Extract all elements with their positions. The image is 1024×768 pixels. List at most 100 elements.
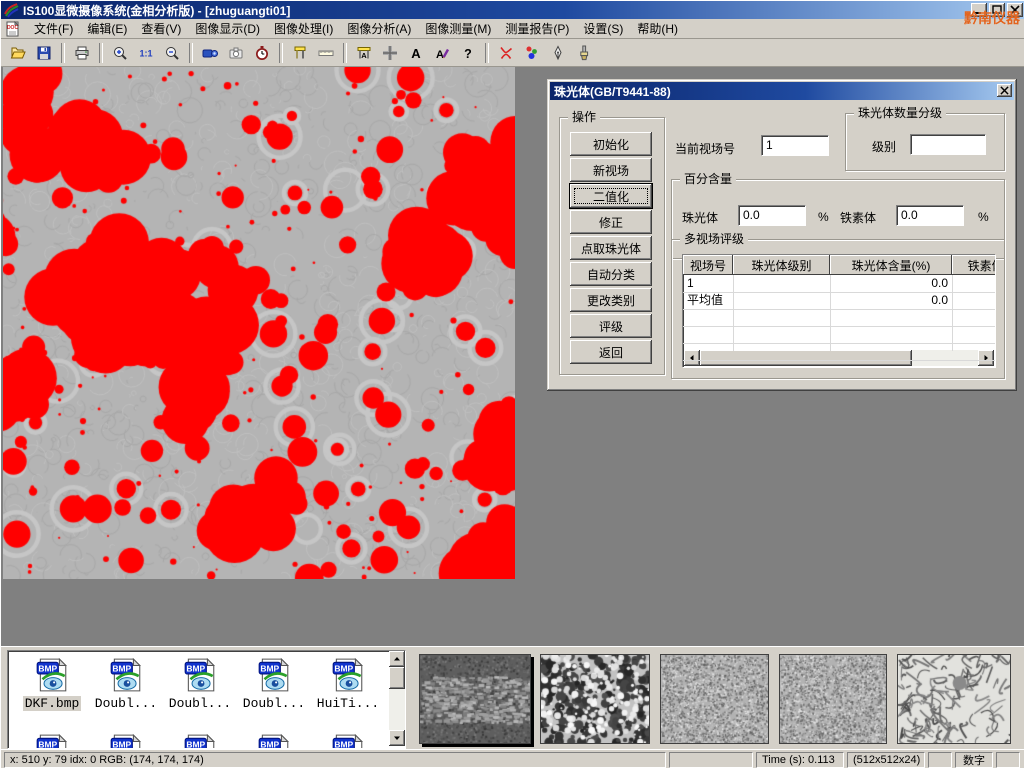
scroll-left-button[interactable] bbox=[684, 350, 700, 366]
menu-item-4[interactable]: 图像显示(D) bbox=[188, 18, 267, 39]
actual-size-button[interactable]: 1:1 bbox=[133, 41, 159, 65]
thumbnail-2[interactable] bbox=[540, 654, 650, 744]
file-item-partial[interactable]: BMP bbox=[90, 733, 162, 749]
file-item-Doubl[interactable]: BMPDoubl... bbox=[164, 657, 236, 711]
op-button-8[interactable]: 评级 bbox=[570, 314, 652, 338]
caliper-icon bbox=[292, 45, 308, 61]
file-item-Doubl[interactable]: BMPDoubl... bbox=[238, 657, 310, 711]
curve-tool-button[interactable] bbox=[493, 41, 519, 65]
metallographic-image[interactable] bbox=[3, 67, 515, 579]
count-grading-group: 珠光体数量分级 级别 bbox=[845, 113, 1005, 171]
table-header-4[interactable]: 铁素体含量(%) bbox=[952, 255, 995, 275]
close-button[interactable] bbox=[1007, 3, 1023, 17]
bmp-file-icon: BMP bbox=[34, 733, 70, 749]
op-button-2[interactable]: 新视场 bbox=[570, 158, 652, 182]
multi-view-table[interactable]: 视场号珠光体级别珠光体含量(%)铁素体含量(%)10.0平均值0.0 bbox=[682, 254, 995, 367]
thumbnail-3[interactable] bbox=[660, 654, 769, 744]
menu-item-5[interactable]: 图像处理(I) bbox=[267, 18, 340, 39]
file-item-partial[interactable]: BMP bbox=[238, 733, 310, 749]
op-button-1[interactable]: 初始化 bbox=[570, 132, 652, 156]
scroll-right-button[interactable] bbox=[978, 350, 994, 366]
scroll-thumb[interactable] bbox=[700, 350, 912, 366]
scroll-down-button[interactable] bbox=[389, 730, 405, 746]
pearlite-percent-input[interactable]: 0.0 bbox=[738, 205, 806, 226]
svg-text:BMP: BMP bbox=[334, 663, 353, 673]
svg-text:BMP: BMP bbox=[38, 663, 57, 673]
help-button[interactable]: ? bbox=[455, 41, 481, 65]
op-button-3[interactable]: 二值化 bbox=[570, 184, 652, 208]
table-header-3[interactable]: 珠光体含量(%) bbox=[830, 255, 952, 275]
print-button[interactable] bbox=[69, 41, 95, 65]
edit-annotation-icon: A bbox=[434, 45, 450, 61]
count-grading-title: 珠光体数量分级 bbox=[854, 106, 946, 120]
file-item-Doubl[interactable]: BMPDoubl... bbox=[90, 657, 162, 711]
toolbar: 1:1AAA? bbox=[1, 39, 1024, 67]
thumbnail-1[interactable] bbox=[419, 654, 531, 744]
op-button-4[interactable]: 修正 bbox=[570, 210, 652, 234]
file-name: DKF.bmp bbox=[23, 696, 82, 711]
zoom-out-button[interactable] bbox=[159, 41, 185, 65]
bmp-file-icon: BMP bbox=[330, 733, 366, 749]
toolbar-separator bbox=[189, 43, 193, 63]
measure-label-button[interactable]: A bbox=[351, 41, 377, 65]
file-browser[interactable]: BMPBMPBMPBMPBMPBMPHuiTi...BMPDoubl...BMP… bbox=[7, 650, 406, 749]
minimize-button[interactable] bbox=[971, 3, 987, 17]
menu-item-1[interactable]: 文件(F) bbox=[27, 18, 80, 39]
ferrite-percent-input[interactable]: 0.0 bbox=[896, 205, 964, 226]
bmp-file-icon: BMP bbox=[34, 657, 70, 693]
operations-group: 操作 初始化新视场二值化修正点取珠光体自动分类更改类别评级返回 bbox=[559, 117, 665, 375]
thumbnail-4[interactable] bbox=[779, 654, 887, 744]
save-button[interactable] bbox=[31, 41, 57, 65]
table-horizontal-scrollbar[interactable] bbox=[684, 350, 994, 366]
toolbar-separator bbox=[61, 43, 65, 63]
table-header-1[interactable]: 视场号 bbox=[683, 255, 733, 275]
thumbnail-5[interactable] bbox=[897, 654, 1011, 744]
caliper-button[interactable] bbox=[287, 41, 313, 65]
level-input[interactable] bbox=[910, 134, 986, 155]
pen-tool-button[interactable] bbox=[545, 41, 571, 65]
menu-item-9[interactable]: 设置(S) bbox=[576, 18, 630, 39]
file-list-scrollbar[interactable] bbox=[389, 651, 405, 746]
menu-item-3[interactable]: 查看(V) bbox=[134, 18, 188, 39]
op-button-5[interactable]: 点取珠光体 bbox=[570, 236, 652, 260]
table-header-2[interactable]: 珠光体级别 bbox=[733, 255, 830, 275]
timer-button[interactable] bbox=[249, 41, 275, 65]
phase-particles-button[interactable] bbox=[519, 41, 545, 65]
status-bar: x: 510 y: 79 idx: 0 RGB: (174, 174, 174)… bbox=[1, 749, 1024, 768]
thumbnail-image bbox=[780, 655, 886, 743]
file-item-DKFbmp[interactable]: BMP DKF.bmp bbox=[16, 657, 88, 711]
menu-item-8[interactable]: 测量报告(P) bbox=[498, 18, 576, 39]
toolbar-separator bbox=[99, 43, 103, 63]
op-button-6[interactable]: 自动分类 bbox=[570, 262, 652, 286]
text-annotation-button[interactable]: A bbox=[403, 41, 429, 65]
op-button-7[interactable]: 更改类别 bbox=[570, 288, 652, 312]
dialog-title-bar: 珠光体(GB/T9441-88) bbox=[550, 82, 1014, 100]
zoom-in-button[interactable] bbox=[107, 41, 133, 65]
image-size-panel: (512x512x24) bbox=[847, 752, 925, 768]
scroll-thumb[interactable] bbox=[389, 667, 405, 689]
edit-annotation-button[interactable]: A bbox=[429, 41, 455, 65]
maximize-button[interactable] bbox=[989, 3, 1005, 17]
ruler-button[interactable] bbox=[313, 41, 339, 65]
file-item-HuiTi[interactable]: BMPHuiTi... bbox=[312, 657, 384, 711]
dialog-close-button[interactable] bbox=[997, 84, 1012, 97]
file-item-partial[interactable]: BMP bbox=[164, 733, 236, 749]
file-name: Doubl... bbox=[167, 696, 233, 711]
svg-text:?: ? bbox=[464, 47, 472, 61]
open-file-button[interactable] bbox=[5, 41, 31, 65]
file-item-partial[interactable]: BMP bbox=[312, 733, 384, 749]
multi-view-group-title: 多视场评级 bbox=[680, 232, 748, 246]
scroll-up-button[interactable] bbox=[389, 651, 405, 667]
menu-item-10[interactable]: 帮助(H) bbox=[630, 18, 685, 39]
menu-item-6[interactable]: 图像分析(A) bbox=[340, 18, 418, 39]
brush-tool-button[interactable] bbox=[571, 41, 597, 65]
menu-item-2[interactable]: 编辑(E) bbox=[80, 18, 134, 39]
file-item-partial[interactable]: BMP bbox=[16, 733, 88, 749]
video-camera-button[interactable] bbox=[197, 41, 223, 65]
menu-item-7[interactable]: 图像测量(M) bbox=[418, 18, 498, 39]
brush-tool-icon bbox=[576, 45, 592, 61]
registration-button[interactable] bbox=[377, 41, 403, 65]
current-view-input[interactable]: 1 bbox=[761, 135, 829, 156]
snapshot-button[interactable] bbox=[223, 41, 249, 65]
op-button-9[interactable]: 返回 bbox=[570, 340, 652, 364]
